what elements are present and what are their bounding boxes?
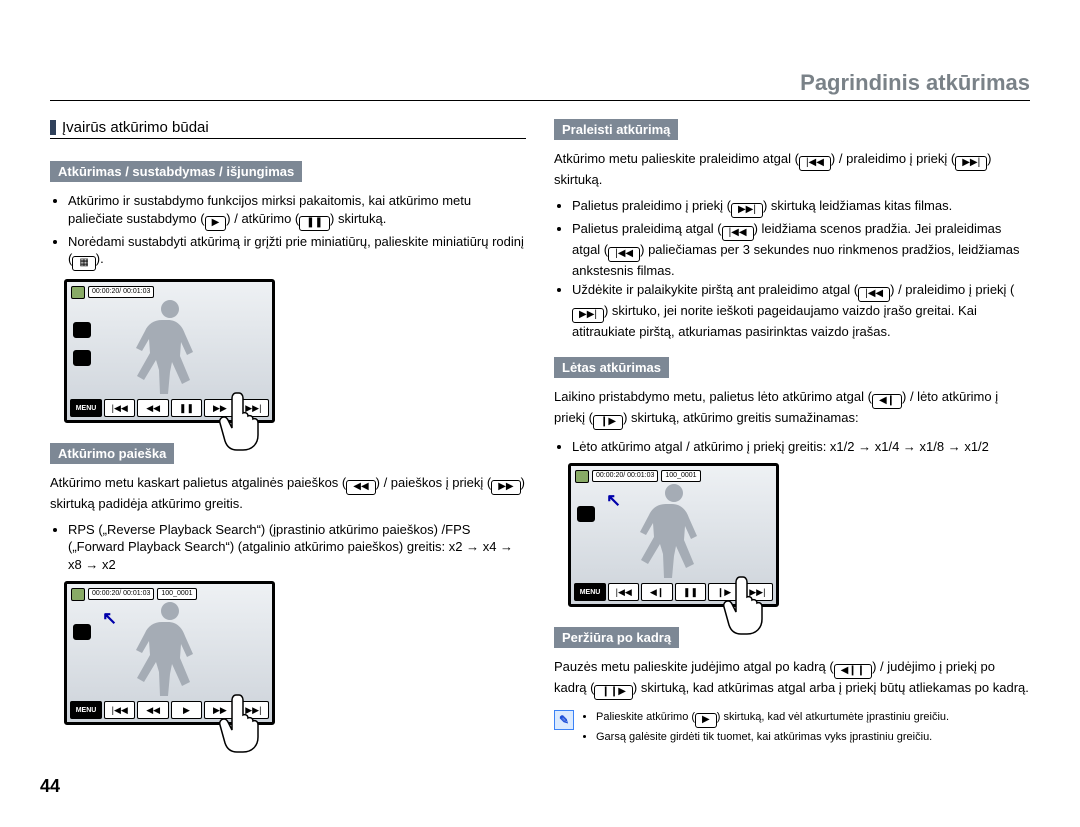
list-skip: Palietus praleidimo į priekį (▶▶|) skirt… xyxy=(554,197,1030,341)
note-icon: ✎ xyxy=(554,710,574,730)
para-frame: Pauzės metu palieskite judėjimo atgal po… xyxy=(554,658,1030,700)
menu-button[interactable]: MENU xyxy=(70,399,102,417)
hand-icon xyxy=(219,391,275,451)
para-slow: Laikino pristabdymo metu, palietus lėto … xyxy=(554,388,1030,430)
list-search: RPS („Reverse Playback Search“) (įprasti… xyxy=(50,521,526,574)
para-skip: Atkūrimo metu palieskite praleidimo atga… xyxy=(554,150,1030,189)
list-playback: Atkūrimo ir sustabdymo funkcijos mirksi … xyxy=(50,192,526,271)
hand-icon xyxy=(723,575,779,635)
para-search: Atkūrimo metu kaskart palietus atgalinės… xyxy=(50,474,526,513)
pointer-arrow-icon: ↖ xyxy=(102,608,117,629)
grid-icon xyxy=(73,624,91,640)
page-number: 44 xyxy=(40,776,60,797)
step-back-button[interactable]: ◀❙ xyxy=(641,583,672,601)
section-heading: Įvairūs atkūrimo būdai xyxy=(50,119,526,139)
sub-skip: Praleisti atkūrimą xyxy=(554,119,678,140)
skip-back-button[interactable]: |◀◀ xyxy=(104,701,135,719)
play-button[interactable]: ▶ xyxy=(171,701,202,719)
sub-frame: Peržiūra po kadrą xyxy=(554,627,679,648)
sub-search: Atkūrimo paieška xyxy=(50,443,174,464)
play-indicator-icon xyxy=(71,588,85,601)
sub-slow: Lėtas atkūrimas xyxy=(554,357,669,378)
list-slow: Lėto atkūrimo atgal / atkūrimo į priekį … xyxy=(554,438,1030,456)
skip-back-button[interactable]: |◀◀ xyxy=(104,399,135,417)
page-title: Pagrindinis atkūrimas xyxy=(50,70,1030,101)
silhouette-icon xyxy=(639,480,709,580)
menu-button[interactable]: MENU xyxy=(574,583,606,601)
right-column: Praleisti atkūrimą Atkūrimo metu paliesk… xyxy=(554,119,1030,747)
sub-playback-pause-off: Atkūrimas / sustabdymas / išjungimas xyxy=(50,161,302,182)
pause-button[interactable]: ❚❚ xyxy=(675,583,706,601)
play-indicator-icon xyxy=(71,286,85,299)
play-indicator-icon xyxy=(575,470,589,483)
rewind-button[interactable]: ◀◀ xyxy=(137,701,168,719)
grid-icon xyxy=(577,506,595,522)
pointer-arrow-icon: ↖ xyxy=(606,490,621,511)
speaker-icon xyxy=(73,322,91,338)
lcd-screenshot-3: 00:00:20/ 00:01:03 100_0001 ↖ MENU |◀◀ ◀… xyxy=(568,463,773,607)
lcd-screenshot-1: 00:00:20/ 00:01:03 MENU |◀◀ ◀◀ ❚❚ ▶ xyxy=(64,279,269,423)
section-heading-text: Įvairūs atkūrimo būdai xyxy=(62,119,209,136)
menu-button[interactable]: MENU xyxy=(70,701,102,719)
silhouette-icon xyxy=(135,296,205,396)
left-column: Įvairūs atkūrimo būdai Atkūrimas / susta… xyxy=(50,119,526,747)
grid-icon xyxy=(73,350,91,366)
lcd-screenshot-2: 00:00:20/ 00:01:03 100_0001 ↖ MENU |◀◀ ◀… xyxy=(64,581,269,725)
pause-button[interactable]: ❚❚ xyxy=(171,399,202,417)
skip-back-button[interactable]: |◀◀ xyxy=(608,583,639,601)
hand-icon xyxy=(219,693,275,753)
note-box: ✎ Palieskite atkūrimo (▶) skirtuką, kad … xyxy=(554,710,1030,747)
rewind-button[interactable]: ◀◀ xyxy=(137,399,168,417)
silhouette-icon xyxy=(135,598,205,698)
